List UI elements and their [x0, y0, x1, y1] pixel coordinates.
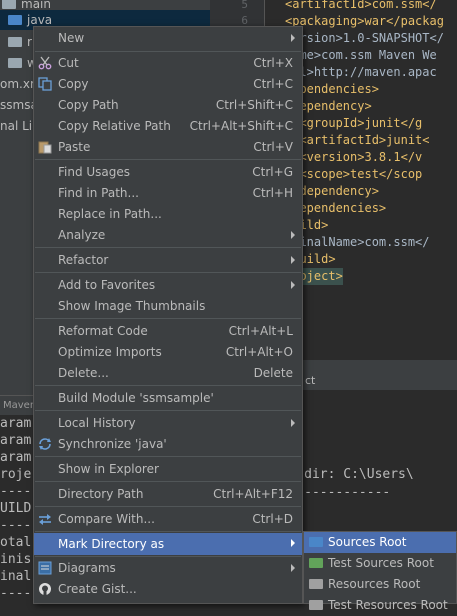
menu-separator [35, 481, 301, 482]
menu-item-add-to-favorites[interactable]: Add to Favorites [34, 275, 302, 296]
code-line: url>http://maven.apac [285, 65, 437, 79]
menu-item-synchronize[interactable]: Synchronize 'java' [34, 434, 302, 455]
console-line: ---- [0, 484, 32, 499]
menu-item-find-usages[interactable]: Find Usages Ctrl+G [34, 162, 302, 183]
menu-separator [35, 385, 301, 386]
test-resources-root-folder-icon [309, 600, 323, 610]
menu-separator [35, 456, 301, 457]
code-line: name>com.ssm Maven We [285, 48, 437, 62]
menu-item-find-in-path[interactable]: Find in Path... Ctrl+H [34, 183, 302, 204]
console-line: aram [0, 433, 32, 448]
paste-icon [38, 141, 52, 154]
submenu-item-resources-root[interactable]: Resources Root [304, 574, 456, 595]
console-line: otal [0, 535, 32, 550]
console-line: aram [0, 450, 32, 465]
submenu-arrow-icon [291, 34, 295, 42]
console-line: UILD [0, 501, 32, 516]
menu-item-directory-path[interactable]: Directory Path Ctrl+Alt+F12 [34, 484, 302, 505]
menu-item-replace-in-path[interactable]: Replace in Path... [34, 204, 302, 225]
menu-separator [35, 410, 301, 411]
menu-item-show-image-thumbnails[interactable]: Show Image Thumbnails [34, 296, 302, 317]
submenu-item-sources-root[interactable]: Sources Root [304, 532, 456, 553]
submenu-item-test-resources-root[interactable]: Test Resources Root [304, 595, 456, 616]
test-sources-root-folder-icon [309, 558, 323, 568]
code-line: <groupId>junit</g [285, 116, 423, 130]
menu-item-new[interactable]: New [34, 28, 302, 49]
menu-separator [35, 51, 301, 52]
menu-item-build-module[interactable]: Build Module 'ssmsample' [34, 388, 302, 409]
folder-icon [2, 0, 16, 9]
resources-root-folder-icon [309, 579, 323, 589]
menu-item-compare-with[interactable]: Compare With... Ctrl+D [34, 509, 302, 530]
menu-item-copy[interactable]: Copy Ctrl+C [34, 74, 302, 95]
console-line: ---- [0, 586, 32, 601]
console-line: inal [0, 569, 32, 584]
menu-item-delete[interactable]: Delete... Delete [34, 363, 302, 384]
menu-item-create-gist[interactable]: Create Gist... [34, 579, 302, 600]
console-line: aram [0, 416, 32, 431]
code-line: <artifactId>com.ssm</ [285, 0, 437, 11]
cut-icon [38, 56, 52, 70]
menu-separator [35, 531, 301, 532]
compare-icon [39, 514, 51, 525]
copy-icon [38, 77, 52, 91]
menu-separator [35, 506, 301, 507]
menu-item-mark-directory-as[interactable]: Mark Directory as [34, 533, 302, 555]
context-menu[interactable]: New Cut Ctrl+X Copy Ctrl+C Copy Path Ctrl+S… [33, 26, 303, 604]
submenu-arrow-icon [291, 281, 295, 289]
code-line: <packaging>war</packag [285, 14, 444, 28]
menu-item-show-in-explorer[interactable]: Show in Explorer [34, 459, 302, 480]
menu-item-reformat-code[interactable]: Reformat Code Ctrl+Alt+L [34, 321, 302, 342]
menu-separator [35, 159, 301, 160]
console-line: ---- [0, 518, 32, 533]
code-line: <version>3.8.1</v [285, 150, 423, 164]
submenu-arrow-icon [291, 539, 295, 547]
menu-separator [35, 272, 301, 273]
menu-item-optimize-imports[interactable]: Optimize Imports Ctrl+Alt+O [34, 342, 302, 363]
menu-separator [35, 247, 301, 248]
folder-icon [8, 58, 22, 68]
code-line: <finalName>com.ssm</ [285, 235, 430, 249]
menu-item-local-history[interactable]: Local History [34, 413, 302, 434]
menu-item-copy-relative-path[interactable]: Copy Relative Path Ctrl+Alt+Shift+C [34, 116, 302, 137]
submenu-arrow-icon [291, 231, 295, 239]
menu-item-analyze[interactable]: Analyze [34, 225, 302, 246]
code-line: <artifactId>junit< [285, 133, 430, 147]
sources-root-folder-icon [309, 537, 323, 547]
menu-separator [35, 556, 301, 557]
submenu-arrow-icon [291, 419, 295, 427]
code-line: <scope>test</scop [285, 167, 423, 181]
submenu-item-test-sources-root[interactable]: Test Sources Root [304, 553, 456, 574]
submenu-arrow-icon [291, 256, 295, 264]
menu-separator [35, 318, 301, 319]
console-line: roje [0, 467, 32, 482]
github-icon [39, 583, 51, 595]
diagram-icon [38, 561, 52, 575]
menu-item-copy-path[interactable]: Copy Path Ctrl+Shift+C [34, 95, 302, 116]
sync-icon [39, 438, 51, 450]
console-line: inis [0, 552, 32, 567]
menu-item-paste[interactable]: Paste Ctrl+V [34, 137, 302, 158]
line-number: 5 [241, 0, 248, 11]
menu-item-diagrams[interactable]: Diagrams [34, 558, 302, 579]
submenu-arrow-icon [291, 564, 295, 572]
code-line: version>1.0-SNAPSHOT</ [285, 31, 444, 45]
menu-item-refactor[interactable]: Refactor [34, 250, 302, 271]
tree-row[interactable]: r [8, 32, 32, 52]
folder-icon [8, 15, 22, 25]
mark-directory-submenu[interactable]: Sources Root Test Sources Root Resources… [303, 531, 457, 612]
folder-icon [8, 37, 22, 47]
menu-item-cut[interactable]: Cut Ctrl+X [34, 53, 302, 74]
